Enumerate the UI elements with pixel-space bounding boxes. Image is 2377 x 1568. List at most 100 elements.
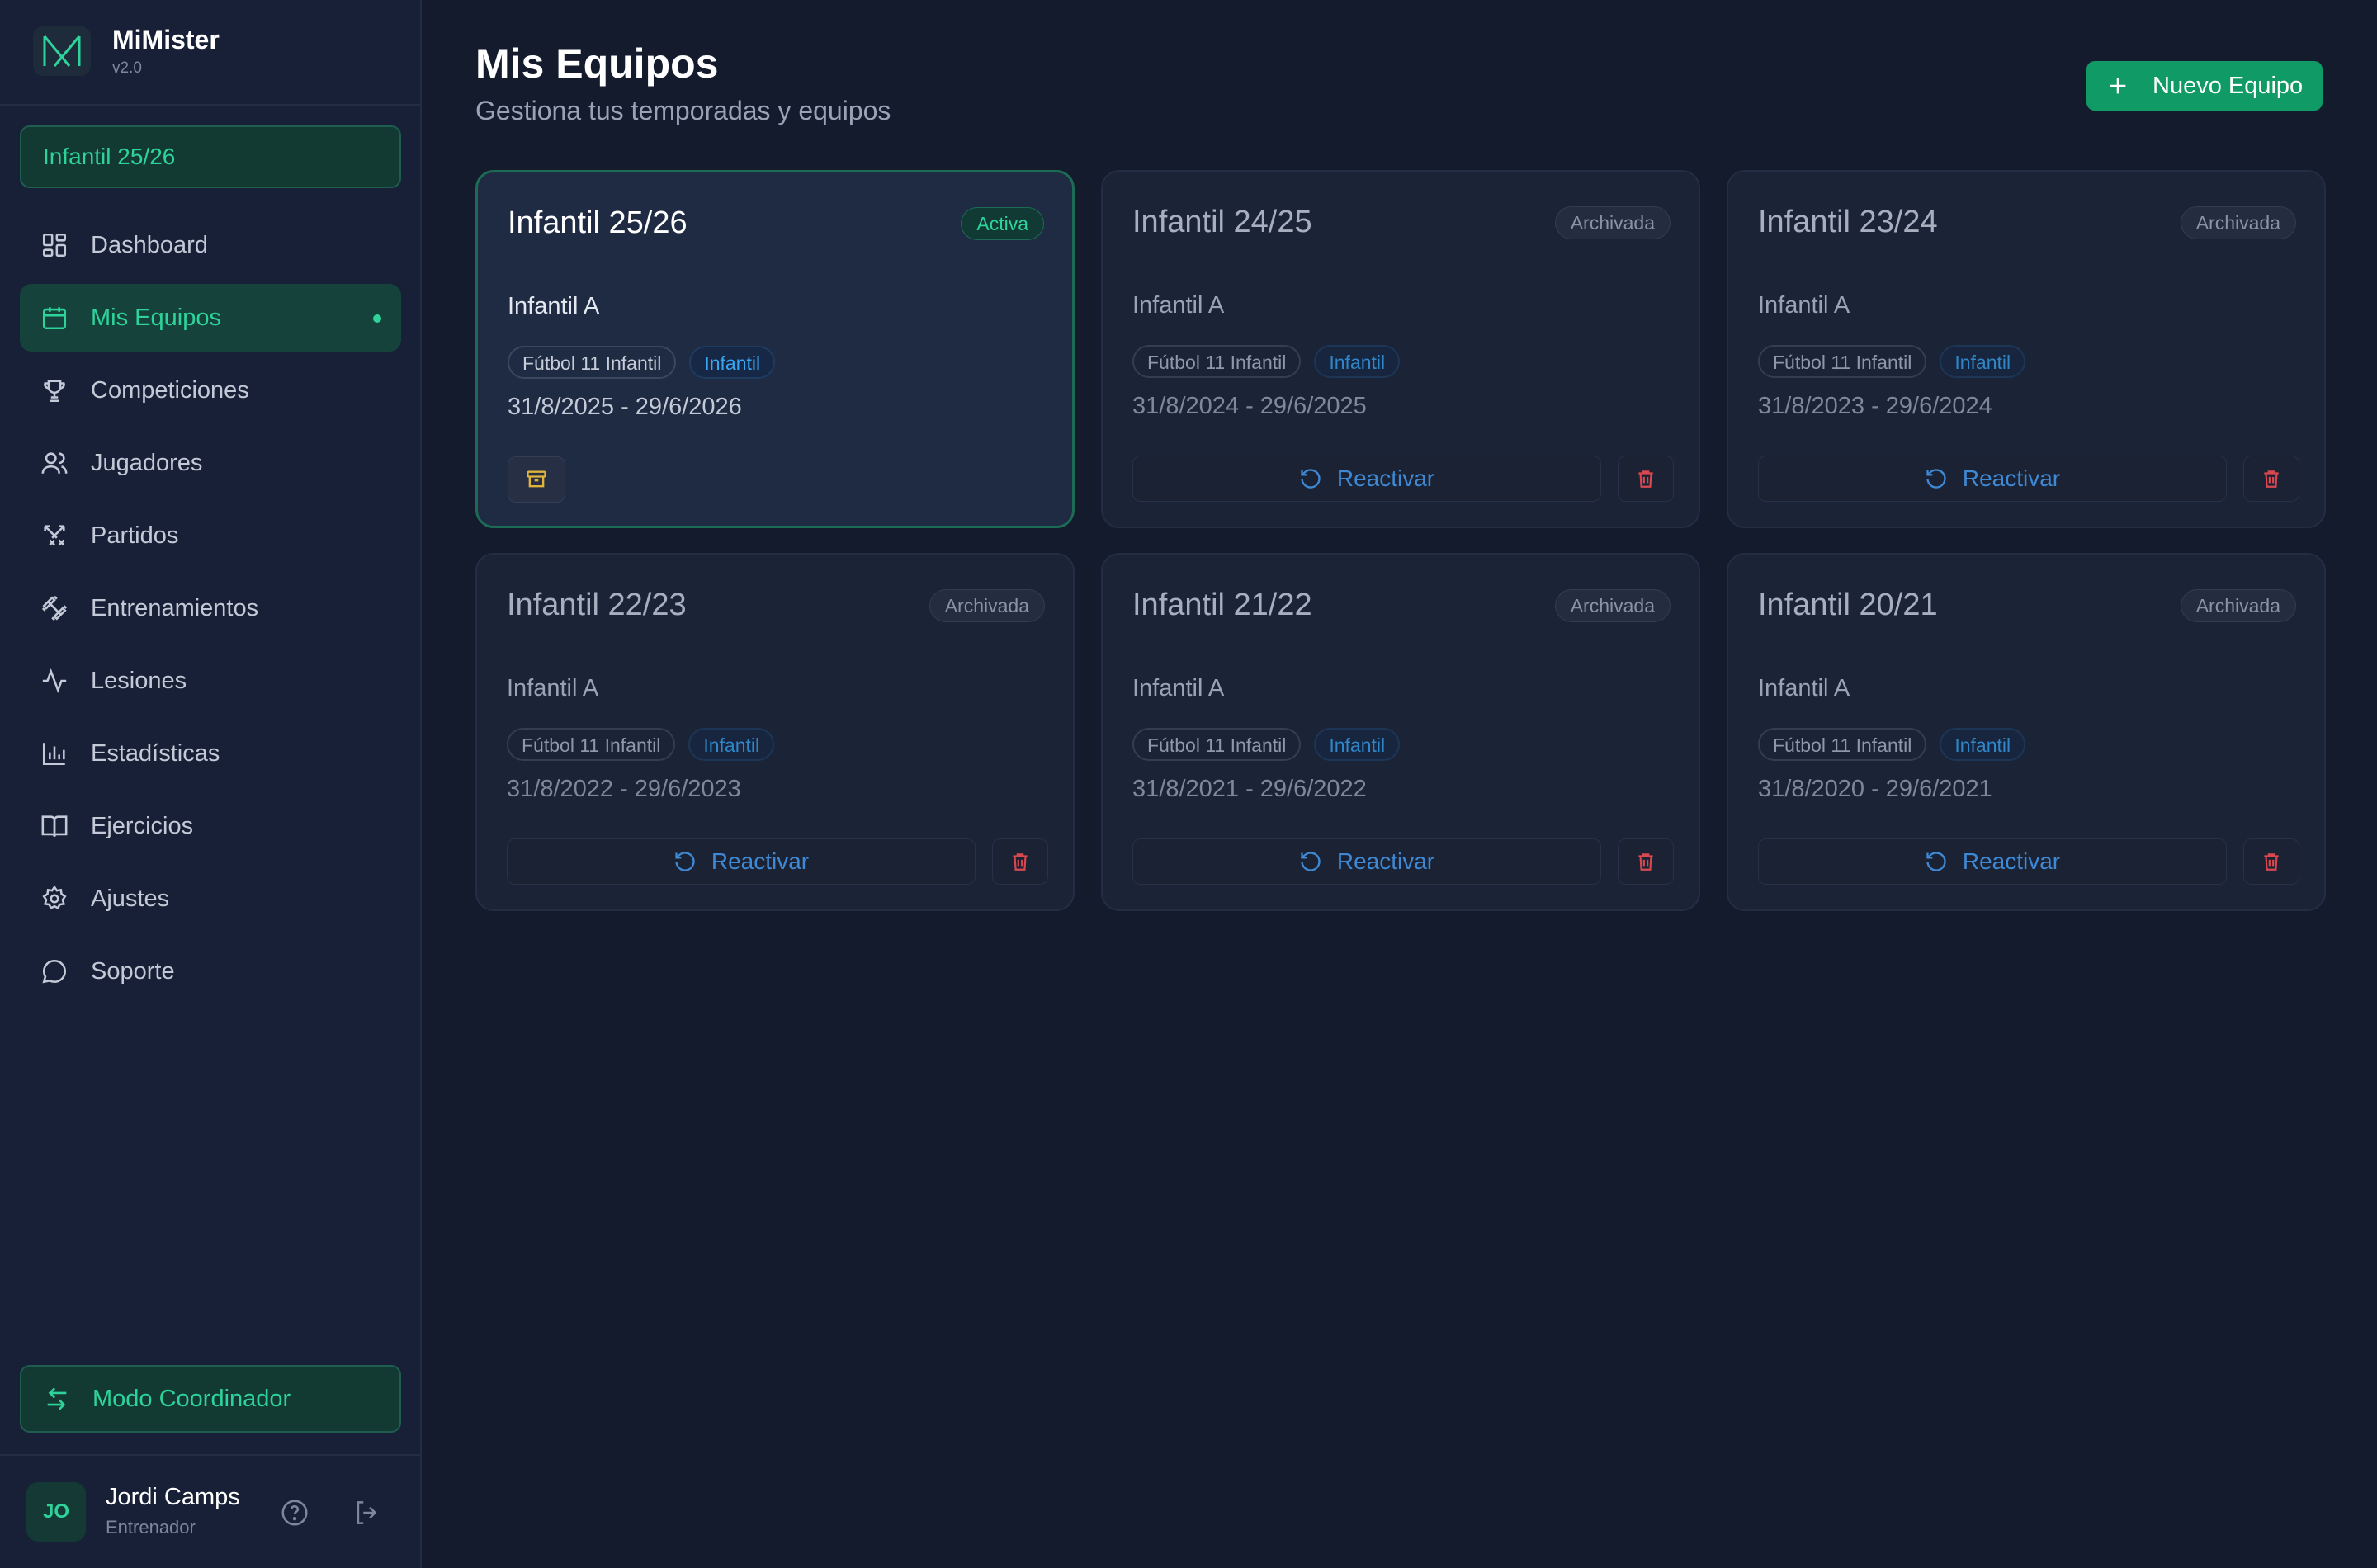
tag-list: Fútbol 11 Infantil Infantil xyxy=(507,728,775,761)
reactivate-label: Reactivar xyxy=(1336,848,1435,874)
team-card[interactable]: Infantil 20/21 Archivada Infantil A Fútb… xyxy=(1727,553,2326,911)
season-dates: 31/8/2020 - 29/6/2021 xyxy=(1758,776,1992,802)
mode-tag: Fútbol 11 Infantil xyxy=(1758,728,1927,761)
status-badge: Archivada xyxy=(2180,589,2296,622)
reactivate-button[interactable]: Reactivar xyxy=(1758,838,2227,885)
sidebar-item-ajustes[interactable]: Ajustes xyxy=(20,865,401,933)
mode-tag: Fútbol 11 Infantil xyxy=(508,346,677,379)
coordinator-mode-button[interactable]: Modo Coordinador xyxy=(20,1365,401,1433)
category-tag: Infantil xyxy=(1314,345,1401,378)
user-panel: JO Jordi Camps Entrenador xyxy=(0,1454,420,1568)
rotate-ccw-icon xyxy=(1926,469,1946,489)
team-name: Infantil A xyxy=(508,293,600,319)
trash-icon xyxy=(1638,853,1653,871)
team-card[interactable]: Infantil 22/23 Archivada Infantil A Fútb… xyxy=(475,553,1075,911)
team-selector[interactable]: Infantil 25/26 xyxy=(20,125,401,188)
category-tag: Infantil xyxy=(1940,728,2026,761)
sidebar-item-label: Competiciones xyxy=(91,376,249,404)
sidebar-item-partidos[interactable]: Partidos xyxy=(20,502,401,569)
team-card-title: Infantil 24/25 xyxy=(1132,205,1312,239)
gear-icon xyxy=(40,884,69,914)
archive-icon xyxy=(527,470,546,488)
trash-icon xyxy=(1013,853,1028,871)
team-card[interactable]: Infantil 23/24 Archivada Infantil A Fútb… xyxy=(1727,170,2326,528)
team-name: Infantil A xyxy=(1132,675,1225,701)
sidebar-nav: Dashboard Mis Equipos Competiciones Juga… xyxy=(20,211,401,1010)
reactivate-button[interactable]: Reactivar xyxy=(1132,456,1601,502)
sidebar-item-ejercicios[interactable]: Ejercicios xyxy=(20,792,401,860)
message-icon xyxy=(40,956,69,986)
sidebar: MiMister v2.0 Infantil 25/26 Dashboard M… xyxy=(0,0,422,1568)
logout-icon[interactable] xyxy=(352,1497,383,1528)
app-root: MiMister v2.0 Infantil 25/26 Dashboard M… xyxy=(0,0,2377,1568)
sidebar-item-lesiones[interactable]: Lesiones xyxy=(20,647,401,715)
reactivate-button[interactable]: Reactivar xyxy=(1758,456,2227,502)
help-icon[interactable] xyxy=(279,1497,310,1528)
sidebar-item-soporte[interactable]: Soporte xyxy=(20,937,401,1005)
sidebar-item-entrenamientos[interactable]: Entrenamientos xyxy=(20,574,401,642)
team-card-title: Infantil 20/21 xyxy=(1758,588,1938,622)
new-team-button[interactable]: Nuevo Equipo xyxy=(2086,61,2323,111)
sidebar-item-competiciones[interactable]: Competiciones xyxy=(20,357,401,424)
avatar[interactable]: JO xyxy=(26,1482,86,1542)
team-card-title: Infantil 22/23 xyxy=(507,588,687,622)
brand-version: v2.0 xyxy=(112,59,142,77)
sidebar-item-dashboard[interactable]: Dashboard xyxy=(20,211,401,279)
sidebar-item-label: Estadísticas xyxy=(91,739,220,767)
delete-button[interactable] xyxy=(992,838,1048,885)
calendar-icon xyxy=(40,303,69,333)
user-name: Jordi Camps xyxy=(106,1484,240,1510)
mode-tag: Fútbol 11 Infantil xyxy=(1758,345,1927,378)
rotate-ccw-icon xyxy=(1926,852,1946,871)
sidebar-item-label: Partidos xyxy=(91,522,179,549)
delete-button[interactable] xyxy=(2243,838,2299,885)
page-subtitle: Gestiona tus temporadas y equipos xyxy=(475,96,891,125)
sidebar-item-label: Jugadores xyxy=(91,449,203,476)
sidebar-item-jugadores[interactable]: Jugadores xyxy=(20,429,401,497)
status-badge: Archivada xyxy=(1554,589,1671,622)
brand-header: MiMister v2.0 xyxy=(0,0,420,106)
rotate-ccw-icon xyxy=(675,852,695,871)
season-dates: 31/8/2021 - 29/6/2022 xyxy=(1132,776,1367,802)
delete-button[interactable] xyxy=(1618,456,1674,502)
tag-list: Fútbol 11 Infantil Infantil xyxy=(1758,728,2026,761)
mode-tag: Fútbol 11 Infantil xyxy=(1132,728,1302,761)
book-icon xyxy=(40,811,69,841)
status-badge: Archivada xyxy=(1554,206,1671,239)
season-dates: 31/8/2025 - 29/6/2026 xyxy=(508,394,742,420)
sidebar-item-label: Dashboard xyxy=(91,231,208,258)
tag-list: Fútbol 11 Infantil Infantil xyxy=(508,346,776,379)
reactivate-label: Reactivar xyxy=(1962,848,2061,874)
tag-list: Fútbol 11 Infantil Infantil xyxy=(1758,345,2026,378)
sidebar-item-mis-equipos[interactable]: Mis Equipos xyxy=(20,284,401,352)
sidebar-item-label: Entrenamientos xyxy=(91,594,259,621)
rotate-ccw-icon xyxy=(1301,852,1321,871)
new-team-label: Nuevo Equipo xyxy=(2153,72,2304,99)
team-card[interactable]: Infantil 25/26 Activa Infantil A Fútbol … xyxy=(475,170,1075,528)
delete-button[interactable] xyxy=(2243,456,2299,502)
activity-icon xyxy=(40,666,69,696)
mode-tag: Fútbol 11 Infantil xyxy=(1132,345,1302,378)
team-card-title: Infantil 23/24 xyxy=(1758,205,1938,239)
team-card[interactable]: Infantil 21/22 Archivada Infantil A Fútb… xyxy=(1101,553,1700,911)
delete-button[interactable] xyxy=(1618,838,1674,885)
bar-chart-icon xyxy=(40,739,69,768)
category-tag: Infantil xyxy=(689,346,776,379)
sidebar-item-estadisticas[interactable]: Estadísticas xyxy=(20,720,401,787)
brand-name: MiMister xyxy=(112,25,220,54)
plus-icon xyxy=(2110,78,2126,94)
reactivate-button[interactable]: Reactivar xyxy=(1132,838,1601,885)
logo-icon[interactable] xyxy=(33,26,91,76)
rotate-ccw-icon xyxy=(1301,469,1321,489)
reactivate-button[interactable]: Reactivar xyxy=(507,838,976,885)
archive-button[interactable] xyxy=(508,456,565,503)
sidebar-item-label: Ejercicios xyxy=(91,812,194,839)
team-card[interactable]: Infantil 24/25 Archivada Infantil A Fútb… xyxy=(1101,170,1700,528)
category-tag: Infantil xyxy=(1314,728,1401,761)
dumbbell-icon xyxy=(40,593,69,623)
team-card-title: Infantil 25/26 xyxy=(508,205,688,240)
trash-icon xyxy=(1638,470,1653,488)
team-name: Infantil A xyxy=(507,675,599,701)
sidebar-item-label: Soporte xyxy=(91,957,175,985)
mode-tag: Fútbol 11 Infantil xyxy=(507,728,676,761)
